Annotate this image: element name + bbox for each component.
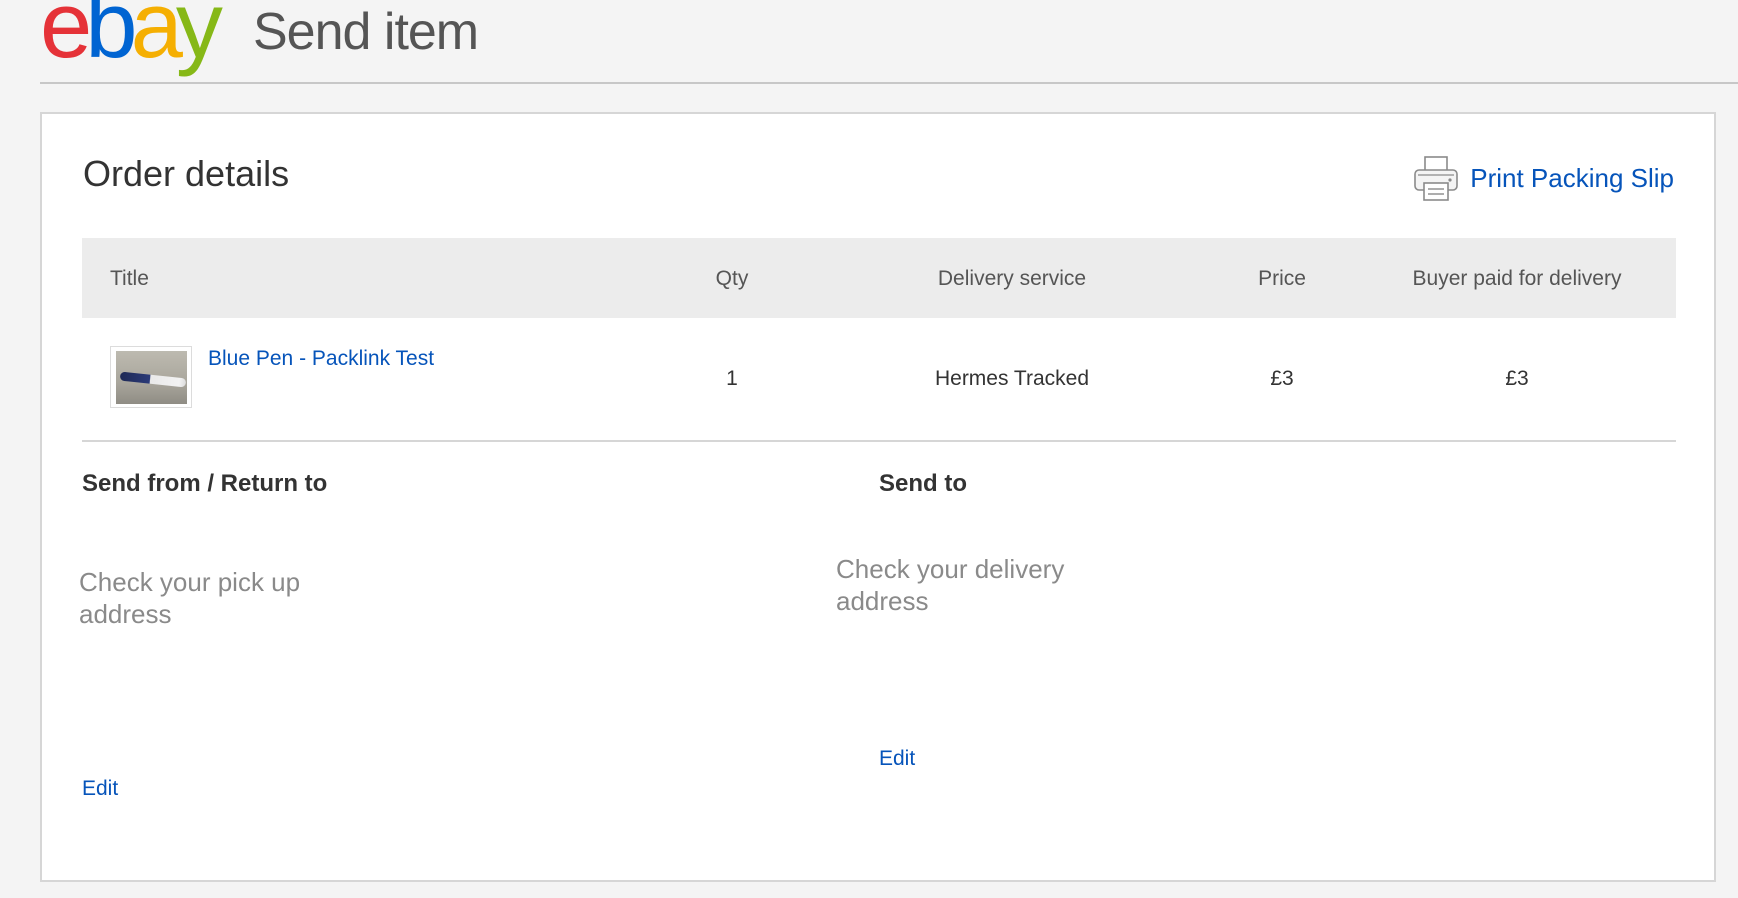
item-qty: 1 xyxy=(726,367,738,390)
column-header-price: Price xyxy=(1258,267,1306,290)
table-header: Title Qty Delivery service Price Buyer p… xyxy=(82,238,1676,318)
item-title-link[interactable]: Blue Pen - Packlink Test xyxy=(208,348,434,369)
item-delivery-service: Hermes Tracked xyxy=(934,367,1090,390)
edit-send-to-link[interactable]: Edit xyxy=(879,748,915,769)
printer-icon xyxy=(1414,156,1459,201)
table-row: Blue Pen - Packlink Test 1 Hermes Tracke… xyxy=(82,318,1676,442)
logo-letter-y: y xyxy=(175,0,223,77)
column-header-qty: Qty xyxy=(715,267,749,290)
order-details-title: Order details xyxy=(83,153,290,194)
page-header: ebay Send item xyxy=(40,0,1738,84)
order-details-card: Order details Print Packing Slip Title Q… xyxy=(40,112,1716,882)
column-header-delivery-service: Delivery service xyxy=(937,267,1087,290)
item-buyer-paid: £3 xyxy=(1505,367,1529,390)
send-to-title: Send to xyxy=(879,470,967,497)
edit-send-from-link[interactable]: Edit xyxy=(82,778,118,799)
page-title: Send item xyxy=(253,3,479,61)
logo-letter-e: e xyxy=(40,0,92,77)
ebay-logo[interactable]: ebay xyxy=(40,0,223,77)
logo-letter-b: b xyxy=(85,0,137,77)
pen-shape xyxy=(119,371,187,388)
print-packing-slip-link[interactable]: Print Packing Slip xyxy=(1412,154,1674,202)
item-thumbnail[interactable] xyxy=(110,346,192,408)
send-from-title: Send from / Return to xyxy=(82,470,328,497)
item-price: £3 xyxy=(1270,367,1294,390)
pen-image xyxy=(116,351,187,404)
logo-letter-a: a xyxy=(130,0,183,77)
column-header-buyer-paid: Buyer paid for delivery xyxy=(1412,267,1622,290)
order-items-table: Title Qty Delivery service Price Buyer p… xyxy=(82,238,1676,442)
pick-up-address-placeholder: Check your pick up address xyxy=(79,567,301,629)
print-packing-slip-label: Print Packing Slip xyxy=(1470,163,1674,193)
column-header-title: Title xyxy=(110,267,149,290)
delivery-address-placeholder: Check your delivery address xyxy=(836,554,1065,616)
